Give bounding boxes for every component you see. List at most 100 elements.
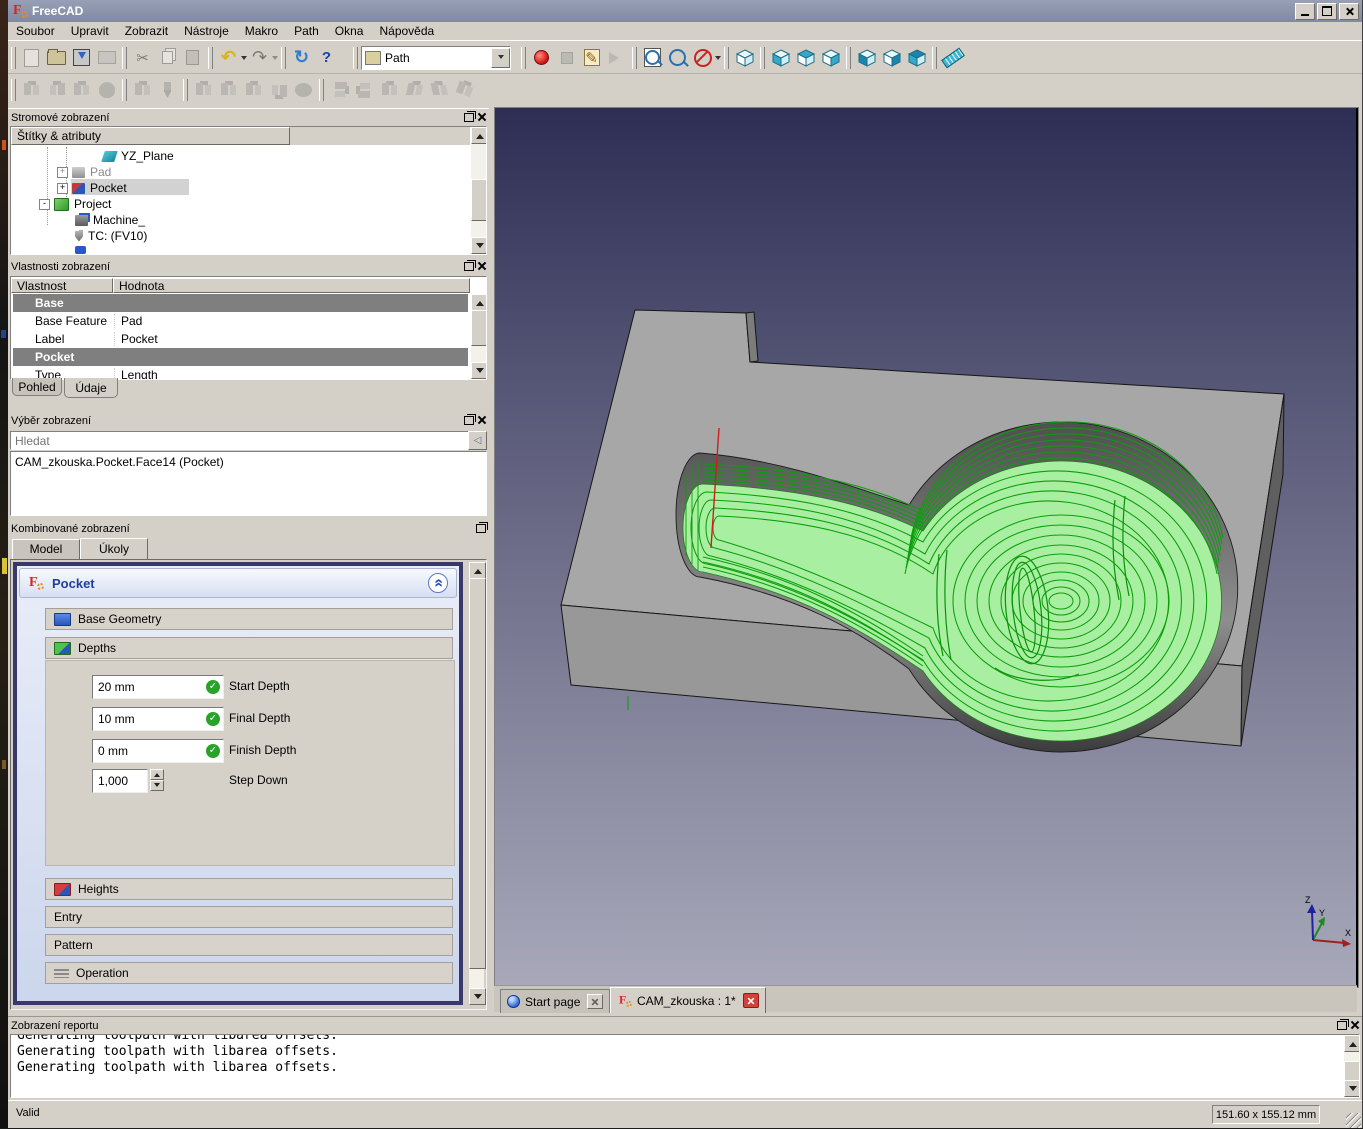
report-scrollbar[interactable] — [1344, 1035, 1359, 1097]
scroll-up-button[interactable] — [1344, 1035, 1360, 1052]
path-face-button[interactable] — [191, 78, 216, 103]
path-profile-button[interactable] — [216, 78, 241, 103]
toolbar-grip[interactable] — [11, 47, 16, 69]
macro-stop-button[interactable] — [554, 45, 579, 70]
view-axonometric-button[interactable] — [732, 45, 757, 70]
scroll-thumb[interactable] — [469, 578, 486, 969]
scroll-up-button[interactable] — [469, 562, 486, 579]
view-bottom-button[interactable] — [879, 45, 904, 70]
zoom-box-button[interactable] — [665, 45, 690, 70]
toolbar-grip[interactable] — [183, 79, 188, 101]
expander-icon[interactable]: + — [57, 183, 68, 194]
scroll-down-button[interactable] — [471, 237, 487, 254]
section-operation[interactable]: Operation — [45, 962, 453, 984]
path-array-button[interactable] — [452, 78, 477, 103]
property-row[interactable]: LabelPocket — [13, 330, 468, 349]
menu-soubor[interactable]: Soubor — [8, 23, 63, 39]
macro-play-button[interactable] — [604, 45, 629, 70]
measure-button[interactable] — [940, 45, 965, 70]
section-pattern[interactable]: Pattern — [45, 934, 453, 956]
copy-button[interactable] — [155, 45, 180, 70]
task-scrollbar[interactable] — [469, 562, 484, 1005]
path-job-button[interactable] — [19, 78, 44, 103]
step-down-spinner[interactable] — [150, 769, 164, 791]
toolbar-grip[interactable] — [353, 47, 358, 69]
finish-depth-input[interactable] — [93, 743, 196, 759]
selection-search-input[interactable] — [11, 433, 468, 449]
expander-icon[interactable]: - — [39, 199, 50, 210]
section-heights[interactable]: Heights — [45, 878, 453, 900]
tree-item-pad[interactable]: + Pad — [57, 164, 111, 180]
toolbar-grip[interactable] — [521, 47, 526, 69]
toolbar-grip[interactable] — [319, 79, 324, 101]
properties-close-icon[interactable] — [478, 262, 486, 270]
fit-all-button[interactable] — [640, 45, 665, 70]
tree-item-machine[interactable]: Machine_ — [75, 212, 145, 228]
tab-model[interactable]: Model — [12, 539, 80, 559]
view-rear-button[interactable] — [854, 45, 879, 70]
path-dressup-dogbone-button[interactable] — [327, 78, 352, 103]
property-group-pocket[interactable]: Pocket — [13, 348, 468, 366]
open-document-button[interactable] — [44, 45, 69, 70]
toolbar-grip[interactable] — [632, 47, 637, 69]
maximize-button[interactable] — [1317, 3, 1337, 20]
menu-zobrazit[interactable]: Zobrazit — [117, 23, 176, 39]
path-post-process-button[interactable] — [44, 78, 69, 103]
scroll-thumb[interactable] — [471, 310, 487, 346]
scroll-down-button[interactable] — [1344, 1080, 1360, 1097]
properties-float-icon[interactable] — [464, 262, 474, 271]
macro-edit-button[interactable]: ✎ — [579, 45, 604, 70]
print-button[interactable] — [94, 45, 119, 70]
refresh-button[interactable]: ↻ — [289, 45, 314, 70]
menu-napoveda[interactable]: Nápověda — [371, 23, 442, 39]
selection-float-icon[interactable] — [464, 416, 474, 425]
tab-ukoly[interactable]: Úkoly — [80, 538, 148, 560]
workbench-selector[interactable]: Path — [361, 46, 511, 70]
section-depths[interactable]: Depths — [45, 637, 453, 659]
step-down-input[interactable] — [93, 773, 144, 789]
selection-clear-button[interactable]: ◁ — [468, 431, 487, 450]
property-row[interactable]: Base FeaturePad — [13, 312, 468, 331]
view-top-button[interactable] — [793, 45, 818, 70]
workbench-dropdown-button[interactable] — [491, 48, 510, 68]
title-bar[interactable]: F FreeCAD — [8, 0, 1362, 22]
close-button[interactable] — [1339, 3, 1359, 20]
properties-scrollbar[interactable] — [471, 294, 486, 379]
final-depth-input[interactable] — [93, 711, 196, 727]
toolbar-grip[interactable] — [122, 79, 127, 101]
task-collapse-button[interactable]: « — [428, 573, 448, 593]
column-header-hodnota[interactable]: Hodnota — [113, 278, 470, 293]
paste-button[interactable] — [180, 45, 205, 70]
redo-dropdown-arrow[interactable] — [272, 56, 278, 63]
property-group-base[interactable]: Base — [13, 294, 468, 312]
tree-column-header[interactable]: Štítky & atributy — [11, 127, 290, 145]
redo-button[interactable]: ↷ — [247, 45, 272, 70]
toolbar-grip[interactable] — [208, 47, 213, 69]
path-dressup-holding-button[interactable] — [377, 78, 402, 103]
tab-pohled[interactable]: Pohled — [12, 378, 62, 396]
selection-list-item[interactable]: CAM_zkouska.Pocket.Face14 (Pocket) — [11, 452, 486, 469]
menu-nastroje[interactable]: Nástroje — [176, 23, 237, 39]
report-float-icon[interactable] — [1337, 1021, 1347, 1030]
toolbar-grip[interactable] — [281, 47, 286, 69]
path-tool-library-button[interactable] — [130, 78, 155, 103]
menu-makro[interactable]: Makro — [237, 23, 286, 39]
toolbar-grip[interactable] — [11, 79, 16, 101]
tree-item-project[interactable]: - Project — [39, 196, 111, 212]
start-page-close-button[interactable] — [587, 994, 603, 1009]
view-left-button[interactable] — [904, 45, 929, 70]
cut-button[interactable]: ✂ — [130, 45, 155, 70]
tab-cam-zkouska[interactable]: F CAM_zkouska : 1* — [610, 987, 766, 1013]
toolbar-grip[interactable] — [724, 47, 729, 69]
minimize-button[interactable] — [1295, 3, 1315, 20]
resize-grip[interactable] — [1346, 1113, 1361, 1128]
section-base-geometry[interactable]: Base Geometry — [45, 608, 453, 630]
selection-close-icon[interactable] — [478, 416, 486, 424]
scroll-up-button[interactable] — [471, 294, 487, 311]
tab-start-page[interactable]: Start page — [500, 989, 610, 1013]
menu-upravit[interactable]: Upravit — [63, 23, 117, 39]
combined-float-icon[interactable] — [476, 524, 486, 533]
expander-icon[interactable]: + — [57, 167, 68, 178]
tree-item-pocket[interactable]: + Pocket — [57, 180, 127, 196]
tree-close-icon[interactable] — [478, 113, 486, 121]
